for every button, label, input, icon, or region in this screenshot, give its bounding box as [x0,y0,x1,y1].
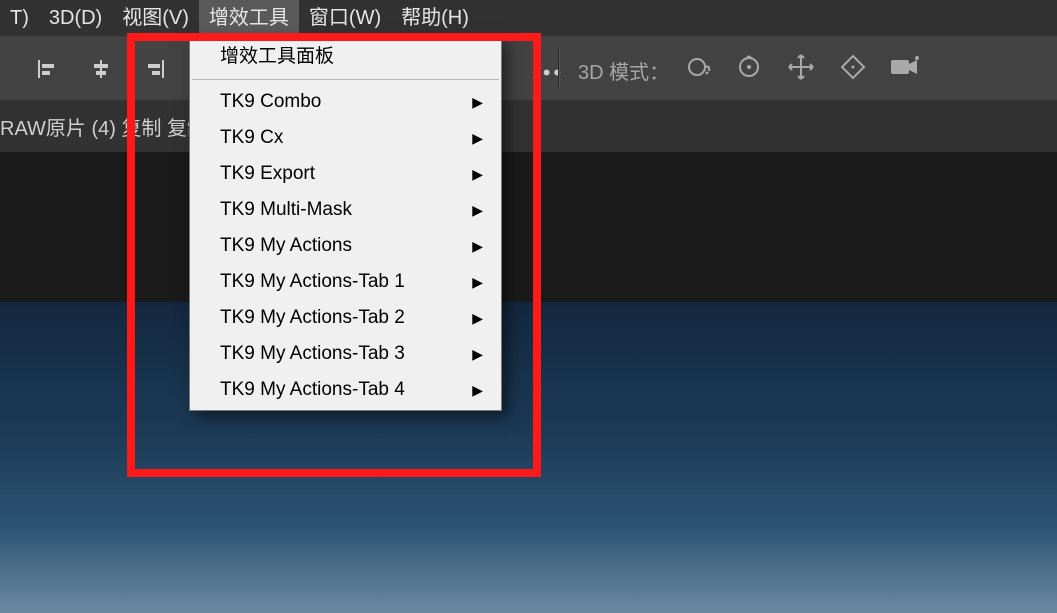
dropdown-item-label: TK9 Cx [220,126,283,150]
align-left-icon[interactable] [32,54,62,84]
mode-3d-icon-group [680,50,922,84]
menu-item-view[interactable]: 视图(V) [112,0,199,36]
dropdown-item-tk9-combo[interactable]: TK9 Combo ▶ [190,84,501,120]
dropdown-item-label: TK9 My Actions [220,234,352,258]
menu-item-t[interactable]: T) [0,0,39,36]
submenu-arrow-icon: ▶ [472,126,483,150]
dropdown-item-label: TK9 My Actions-Tab 2 [220,306,405,330]
dropdown-item-label: TK9 Combo [220,90,321,114]
submenu-arrow-icon: ▶ [472,270,483,294]
camera-icon[interactable] [888,50,922,84]
dropdown-item-label: TK9 My Actions-Tab 1 [220,270,405,294]
dropdown-item-tk9-myactions[interactable]: TK9 My Actions ▶ [190,228,501,264]
dropdown-item-label: TK9 Multi-Mask [220,198,352,222]
align-center-icon[interactable] [86,54,116,84]
canvas-image[interactable] [0,302,1057,613]
options-bar: ••• 3D 模式： [0,36,1057,100]
dropdown-item-label: TK9 Export [220,162,315,186]
dropdown-item-tk9-cx[interactable]: TK9 Cx ▶ [190,120,501,156]
submenu-arrow-icon: ▶ [472,306,483,330]
dropdown-item-label: 增效工具面板 [220,45,334,69]
dropdown-separator [192,79,499,80]
submenu-arrow-icon: ▶ [472,198,483,222]
menu-item-plugins[interactable]: 增效工具 [199,0,299,36]
scale-icon[interactable] [836,50,870,84]
align-right-icon[interactable] [140,54,170,84]
submenu-arrow-icon: ▶ [472,162,483,186]
dropdown-item-tk9-myactions-tab1[interactable]: TK9 My Actions-Tab 1 ▶ [190,264,501,300]
align-icon-group [32,54,170,84]
canvas-pad-dark [0,152,1057,302]
dropdown-item-tk9-export[interactable]: TK9 Export ▶ [190,156,501,192]
toolbar-divider [558,48,559,88]
document-tab-row: RAW原片 (4) 复制 复制 [0,100,1057,152]
dropdown-item-tk9-multimask[interactable]: TK9 Multi-Mask ▶ [190,192,501,228]
dropdown-item-tk9-myactions-tab4[interactable]: TK9 My Actions-Tab 4 ▶ [190,372,501,408]
dropdown-item-label: TK9 My Actions-Tab 4 [220,378,405,402]
dropdown-item-tk9-myactions-tab3[interactable]: TK9 My Actions-Tab 3 ▶ [190,336,501,372]
pan-icon[interactable] [784,50,818,84]
mode-3d-label: 3D 模式： [578,56,669,85]
document-tab[interactable]: RAW原片 (4) 复制 复制 [0,112,207,141]
menu-item-3d[interactable]: 3D(D) [39,0,112,36]
submenu-arrow-icon: ▶ [472,378,483,402]
menu-item-window[interactable]: 窗口(W) [299,0,391,36]
dropdown-item-label: TK9 My Actions-Tab 3 [220,342,405,366]
dropdown-item-panel[interactable]: 增效工具面板 [190,39,501,75]
menu-bar: T) 3D(D) 视图(V) 增效工具 窗口(W) 帮助(H) [0,0,1057,36]
dropdown-item-tk9-myactions-tab2[interactable]: TK9 My Actions-Tab 2 ▶ [190,300,501,336]
submenu-arrow-icon: ▶ [472,342,483,366]
more-options-icon[interactable]: ••• [532,60,564,86]
menu-item-help[interactable]: 帮助(H) [391,0,479,36]
submenu-arrow-icon: ▶ [472,234,483,258]
orbit-icon[interactable] [680,50,714,84]
submenu-arrow-icon: ▶ [472,90,483,114]
rotate-icon[interactable] [732,50,766,84]
plugins-dropdown: 增效工具面板 TK9 Combo ▶ TK9 Cx ▶ TK9 Export ▶… [189,36,502,411]
